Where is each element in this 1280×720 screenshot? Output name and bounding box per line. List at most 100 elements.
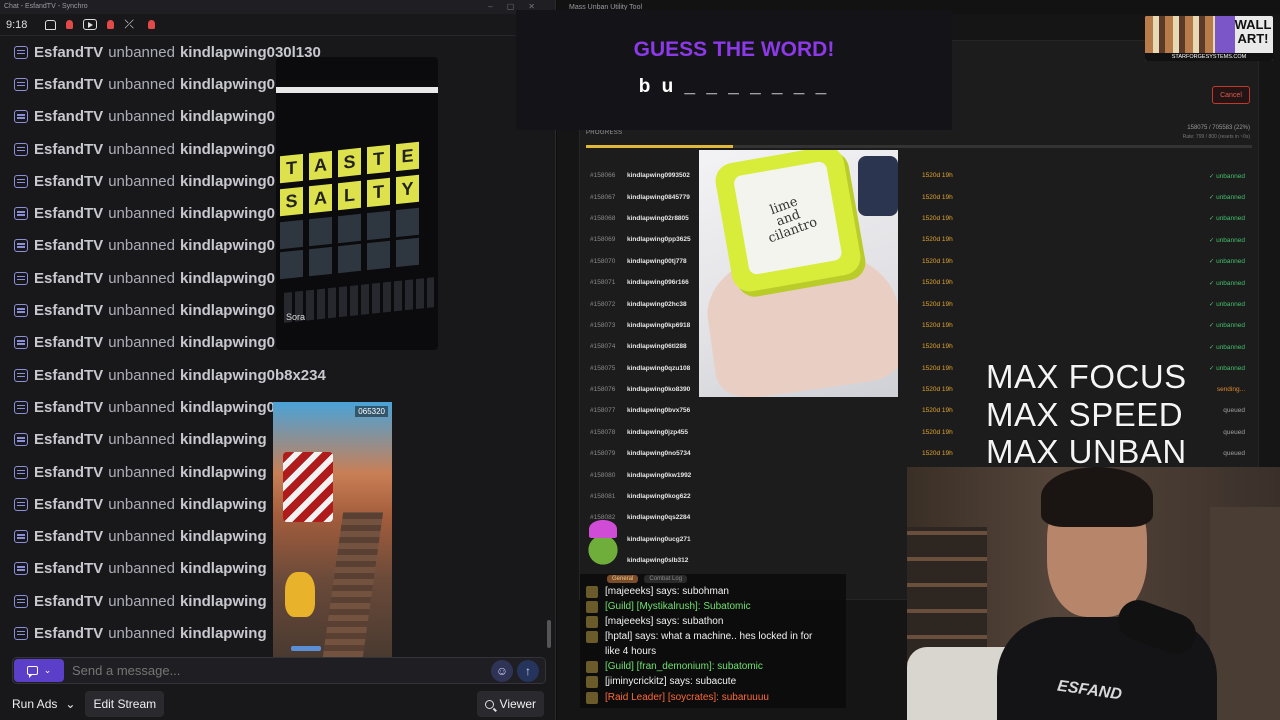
chat-username[interactable]: EsfandTV	[34, 399, 103, 416]
mod-action-icon	[14, 336, 28, 350]
unban-row-duration: 1520d 19h	[922, 428, 953, 436]
chat-message-input[interactable]	[64, 663, 491, 678]
chat-target-user[interactable]: kindlapwing	[180, 431, 267, 448]
emote-button[interactable]: ☺	[491, 659, 513, 682]
chat-target-user[interactable]: kindlapwing0	[180, 141, 275, 158]
unban-row[interactable]: #158074 kindlapwing06tl288 1520d 19h ✓ unba…	[579, 336, 1259, 357]
arrow-up-icon: ↑	[525, 663, 531, 678]
chat-username[interactable]: EsfandTV	[34, 141, 103, 158]
tab-combat-log[interactable]: Combat Log	[644, 575, 688, 583]
mod-view-icon[interactable]: ⤫	[124, 18, 138, 30]
chat-username[interactable]: EsfandTV	[34, 431, 103, 448]
chat-username[interactable]: EsfandTV	[34, 496, 103, 513]
unban-row[interactable]: #158066 kindlapwing0993502 1520d 19h ✓ unba…	[579, 165, 1259, 186]
guess-title: GUESS THE WORD!	[633, 38, 835, 61]
unban-row[interactable]: #158069 kindlapwing0pp3625 1520d 19h ✓ unba…	[579, 229, 1259, 250]
chat-target-user[interactable]: kindlapwing	[180, 528, 267, 545]
chat-target-user[interactable]: kindlapwing	[180, 625, 267, 642]
chat-target-user[interactable]: kindlapwing0	[180, 270, 275, 287]
chat-target-user[interactable]: kindlapwing0	[180, 173, 275, 190]
unban-row-index: #158072	[590, 300, 616, 308]
stream-icon[interactable]	[83, 19, 98, 30]
chat-target-user[interactable]: kindlapwing0b8x234	[180, 367, 326, 384]
cube-video-overlay: lime and cilantro	[699, 150, 898, 397]
powerup-bar	[291, 646, 321, 651]
chat-username[interactable]: EsfandTV	[34, 367, 103, 384]
chat-action: unbanned	[108, 560, 175, 578]
unban-row-status: queued	[1223, 428, 1245, 436]
chat-username[interactable]: EsfandTV	[34, 173, 103, 190]
unban-row-username: kindlapwing0no5734	[627, 450, 691, 458]
chat-action: unbanned	[108, 205, 175, 223]
chat-username[interactable]: EsfandTV	[34, 625, 103, 642]
chat-username[interactable]: EsfandTV	[34, 560, 103, 577]
wordle-video-overlay: TASTE SALTY Sora	[276, 57, 438, 350]
game-chat-line: [majeeeks] says: subathon	[605, 616, 724, 627]
wordle-tile: T	[367, 144, 390, 175]
chat-username[interactable]: EsfandTV	[34, 205, 103, 222]
chat-username[interactable]: EsfandTV	[34, 464, 103, 481]
chat-target-user[interactable]: kindlapwing0	[180, 76, 275, 93]
unban-row[interactable]: #158073 kindlapwing0kp6918 1520d 19h ✓ unba…	[579, 315, 1259, 336]
chat-target-user[interactable]: kindlapwing0	[180, 334, 275, 351]
wordle-tile: S	[338, 147, 361, 178]
edit-stream-button[interactable]: Edit Stream	[85, 691, 165, 717]
mod-action-icon	[14, 271, 28, 285]
chat-username[interactable]: EsfandTV	[34, 108, 103, 125]
chat-target-user[interactable]: kindlapwing0	[180, 108, 275, 125]
unban-row-duration: 1520d 19h	[922, 214, 953, 222]
cancel-button[interactable]: Cancel	[1212, 86, 1250, 104]
unban-row-index: #158077	[590, 407, 616, 415]
unban-row[interactable]: #158071 kindlapwing096r166 1520d 19h ✓ unba…	[579, 272, 1259, 293]
wordle-tile	[280, 219, 303, 250]
chat-scrollbar[interactable]	[547, 620, 551, 648]
chat-target-user[interactable]: kindlapwing	[180, 496, 267, 513]
chat-username[interactable]: EsfandTV	[34, 302, 103, 319]
chat-target-user[interactable]: kindlapwing0	[180, 205, 275, 222]
tab-general[interactable]: General	[607, 575, 639, 583]
unban-row-username: kindlapwing0slb312	[627, 557, 689, 565]
unban-row[interactable]: #158067 kindlapwing0845779 1520d 19h ✓ unba…	[579, 186, 1259, 207]
chat-target-user[interactable]: kindlapwing	[180, 560, 267, 577]
max-focus-text: MAX FOCUS	[986, 358, 1187, 395]
chat-rank-icon	[586, 692, 598, 704]
mod-action-icon	[14, 530, 28, 544]
progress-bar	[586, 145, 1252, 148]
chat-target-user[interactable]: kindlapwing0	[180, 237, 275, 254]
run-ads-button[interactable]: Run Ads ⌄	[12, 697, 75, 711]
send-button[interactable]: ↑	[517, 659, 539, 682]
unban-row-duration: 1520d 19h	[922, 236, 953, 244]
chat-message[interactable]: EsfandTV unbanned kindlapwing0b8x234	[0, 359, 556, 391]
smiley-icon: ☺	[495, 663, 509, 678]
chat-username[interactable]: EsfandTV	[34, 528, 103, 545]
progress-rate: Rate: 799 / 800 (resets in ~0s)	[1182, 134, 1250, 140]
wordle-tile	[367, 240, 390, 271]
unban-row[interactable]: #158070 kindlapwing00tj778 1520d 19h ✓ unba…	[579, 251, 1259, 272]
wordle-tile	[396, 237, 419, 268]
pepe-hat	[589, 520, 617, 538]
wordle-tile	[280, 249, 303, 280]
chat-target-user[interactable]: kindlapwing0	[180, 399, 275, 416]
viewer-button[interactable]: Viewer	[476, 691, 544, 717]
unban-row[interactable]: #158072 kindlapwing02hc38 1520d 19h ✓ unban…	[579, 293, 1259, 314]
unban-row[interactable]: #158068 kindlapwing02r8805 1520d 19h ✓ unba…	[579, 208, 1259, 229]
unban-row-index: #158076	[590, 386, 616, 394]
wordle-tile: E	[396, 141, 419, 172]
chat-username[interactable]: EsfandTV	[34, 593, 103, 610]
chat-target-user[interactable]: kindlapwing	[180, 464, 267, 481]
activity-icon[interactable]	[45, 19, 57, 30]
mod-action-icon	[14, 594, 28, 608]
subway-score: 065320	[355, 406, 388, 417]
unban-row-index: #158074	[590, 343, 616, 351]
chat-username[interactable]: EsfandTV	[34, 334, 103, 351]
chat-target-user[interactable]: kindlapwing0	[180, 302, 275, 319]
chat-username[interactable]: EsfandTV	[34, 237, 103, 254]
unban-row-index: #158073	[590, 321, 616, 329]
chat-username[interactable]: EsfandTV	[34, 270, 103, 287]
chat-action: unbanned	[108, 398, 175, 416]
chat-username[interactable]: EsfandTV	[34, 44, 103, 61]
uptime-clock: 9:18	[6, 18, 28, 31]
chat-target-user[interactable]: kindlapwing	[180, 593, 267, 610]
chat-identity-button[interactable]: ⌄	[14, 659, 64, 682]
chat-username[interactable]: EsfandTV	[34, 76, 103, 93]
